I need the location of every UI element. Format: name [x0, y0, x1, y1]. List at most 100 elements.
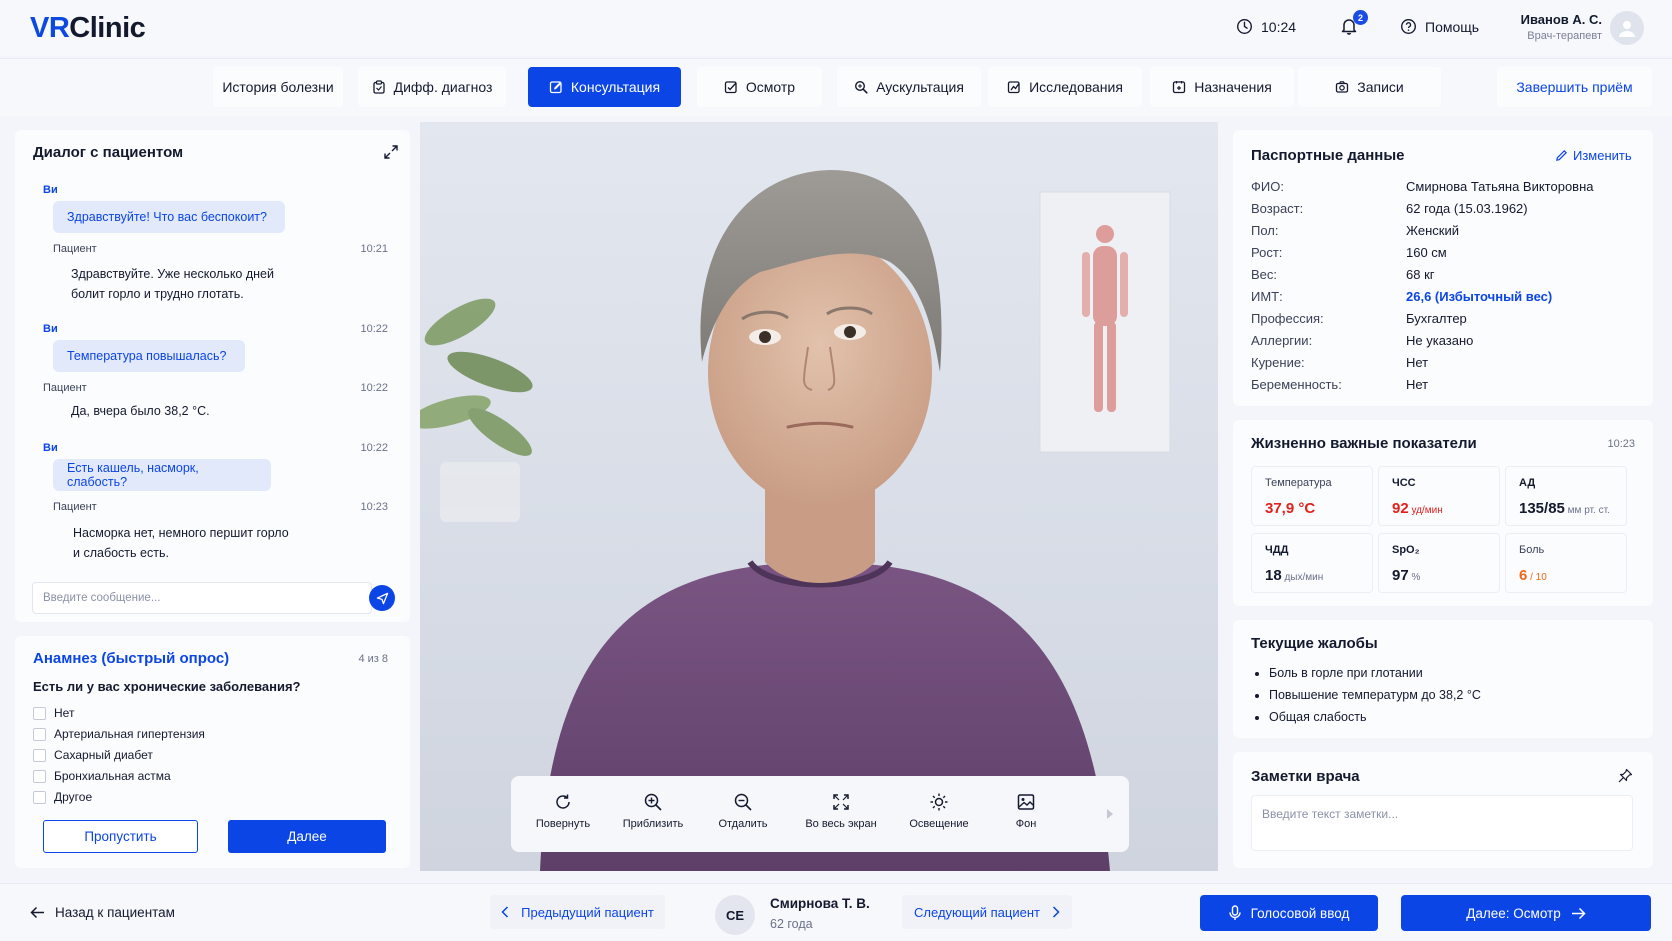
notifications-button[interactable]: 2	[1339, 10, 1368, 36]
app-logo[interactable]: VRClinic	[30, 12, 146, 45]
rotate-icon	[556, 794, 570, 809]
list-item: Боль в горле при глотании	[1269, 662, 1481, 684]
tab-label: Записи	[1357, 79, 1404, 95]
vital-number: 97	[1392, 567, 1409, 584]
tab-label: Назначения	[1194, 79, 1272, 95]
vital-blood-pressure: АД 135/85 мм рт. ст.	[1505, 466, 1627, 526]
passport-label: ФИО:	[1251, 179, 1284, 194]
patient-message-line: Да, вчера было 38,2 °С.	[71, 404, 210, 418]
tab-examination[interactable]: Осмотр	[697, 67, 822, 107]
zoom-in-button[interactable]: Приблизить	[608, 792, 698, 830]
vital-unit: %	[1408, 572, 1421, 583]
bmi-link[interactable]: 26,6 (Избыточный вес)	[1406, 289, 1552, 304]
skip-button[interactable]: Пропустить	[43, 820, 198, 853]
message-sender-doctor: Ви	[43, 323, 58, 335]
patient-message-line: Здравствуйте. Уже несколько дней	[71, 267, 274, 281]
zoom-out-button[interactable]: Отдалить	[698, 792, 788, 830]
passport-label: Рост:	[1251, 245, 1283, 260]
finish-appointment-button[interactable]: Завершить приём	[1497, 67, 1652, 107]
lighting-button[interactable]: Освещение	[894, 792, 984, 830]
patient-3d-viewport[interactable]: Повернуть Приблизить Отдалить Во весь эк…	[420, 122, 1218, 871]
tab-label: Осмотр	[745, 79, 796, 95]
vital-signs-panel: Жизненно важные показатели 10:23 Темпера…	[1233, 420, 1653, 606]
tab-label: Дифф. диагноз	[393, 79, 493, 95]
user-avatar[interactable]	[1610, 11, 1644, 45]
checkbox[interactable]	[33, 769, 46, 783]
next-button[interactable]: Далее	[228, 820, 386, 853]
checkbox[interactable]	[33, 727, 46, 741]
vital-label: ЧДД	[1265, 544, 1289, 556]
tool-label: Фон	[1015, 818, 1037, 830]
tab-records[interactable]: Записи	[1298, 67, 1441, 107]
vital-temperature: Температура 37,9 °С	[1251, 466, 1373, 526]
tab-consultation[interactable]: Консультация	[528, 67, 681, 107]
chevron-right-icon[interactable]	[1105, 808, 1115, 820]
vital-value: 92 уд/мин	[1392, 500, 1443, 517]
search-zoom-icon	[855, 80, 868, 94]
option-no[interactable]: Нет	[33, 706, 74, 720]
dialog-title: Диалог с пациентом	[33, 144, 184, 161]
send-button[interactable]	[369, 585, 395, 611]
option-other[interactable]: Другое	[33, 790, 92, 804]
tab-bar: История болезни Дифф. диагноз Консультац…	[0, 58, 1672, 116]
expand-icon[interactable]	[383, 144, 399, 160]
passport-label: Курение:	[1251, 355, 1305, 370]
vital-unit: / 10	[1527, 572, 1547, 583]
anamnesis-question: Есть ли у вас хронические заболевания?	[33, 679, 301, 694]
user-name: Иванов А. С.	[1520, 12, 1602, 27]
tab-medical-history[interactable]: История болезни	[213, 67, 343, 107]
option-hypertension[interactable]: Артериальная гипертензия	[33, 727, 205, 741]
option-asthma[interactable]: Бронхиальная астма	[33, 769, 171, 783]
option-label: Нет	[54, 706, 75, 720]
notes-textarea[interactable]: Введите текст заметки...	[1251, 795, 1633, 851]
tab-investigations[interactable]: Исследования	[988, 67, 1142, 107]
checklist-icon	[724, 81, 737, 94]
message-sender-doctor: Ви	[43, 442, 58, 454]
edit-button[interactable]: Изменить	[1555, 148, 1632, 163]
option-label: Бронхиальная астма	[54, 769, 171, 783]
tab-auscultation[interactable]: Аускультация	[837, 67, 981, 107]
option-diabetes[interactable]: Сахарный диабет	[33, 748, 153, 762]
option-label: Сахарный диабет	[54, 748, 153, 762]
patient-name: Смирнова Т. В.	[770, 896, 870, 911]
back-to-patients-button[interactable]: Назад к пациентам	[30, 905, 175, 920]
passport-value: Не указано	[1406, 333, 1474, 348]
help-label: Помощь	[1425, 18, 1480, 35]
vitals-title: Жизненно важные показатели	[1251, 435, 1477, 452]
prev-label: Предыдущий пациент	[521, 904, 654, 920]
vital-unit: уд/мин	[1408, 505, 1443, 516]
pin-icon[interactable]	[1617, 768, 1633, 784]
app-header: VRClinic 10:24 2 Помощь Иванов А. С. Вра…	[0, 0, 1672, 56]
vital-label: Боль	[1519, 544, 1545, 556]
previous-patient-button[interactable]: Предыдущий пациент	[490, 895, 665, 929]
voice-input-button[interactable]: Голосовой ввод	[1200, 895, 1378, 931]
complaints-list: Боль в горле при глотании Повышение темп…	[1269, 662, 1481, 728]
patient-message: Здравствуйте. Уже несколько дней болит г…	[71, 264, 274, 304]
message-sender-doctor: Ви	[43, 184, 58, 196]
passport-label: Беременность:	[1251, 377, 1342, 392]
chart-icon	[1007, 81, 1020, 94]
help-button[interactable]: Помощь	[1400, 18, 1479, 35]
background-button[interactable]: Фон	[981, 792, 1071, 830]
tab-differential-diagnosis[interactable]: Дифф. диагноз	[358, 67, 506, 107]
clipboard-icon	[372, 80, 385, 94]
tab-label: История болезни	[222, 79, 334, 95]
next-examination-button[interactable]: Далее: Осмотр	[1401, 895, 1651, 931]
fullscreen-button[interactable]: Во весь экран	[796, 792, 886, 830]
checkbox[interactable]	[33, 706, 46, 720]
patient-message-line: Насморка нет, немного першит горло	[73, 526, 289, 540]
doctor-notes-panel: Заметки врача Введите текст заметки...	[1233, 752, 1653, 868]
tab-prescriptions[interactable]: Назначения	[1150, 67, 1294, 107]
passport-value: Женский	[1406, 223, 1459, 238]
patient-message: Да, вчера было 38,2 °С.	[71, 401, 210, 421]
complaints-title: Текущие жалобы	[1251, 635, 1378, 652]
user-info[interactable]: Иванов А. С. Врач-терапевт	[1520, 12, 1602, 42]
passport-value: Смирнова Татьяна Викторовна	[1406, 179, 1594, 194]
rotate-button[interactable]: Повернуть	[518, 792, 608, 830]
checkbox[interactable]	[33, 790, 46, 804]
checkbox[interactable]	[33, 748, 46, 762]
anamnesis-title: Анамнез (быстрый опрос)	[33, 650, 230, 667]
vital-number: 92	[1392, 500, 1409, 517]
next-patient-button[interactable]: Следующий пациент	[902, 895, 1072, 929]
message-input[interactable]: Введите сообщение...	[32, 582, 372, 614]
